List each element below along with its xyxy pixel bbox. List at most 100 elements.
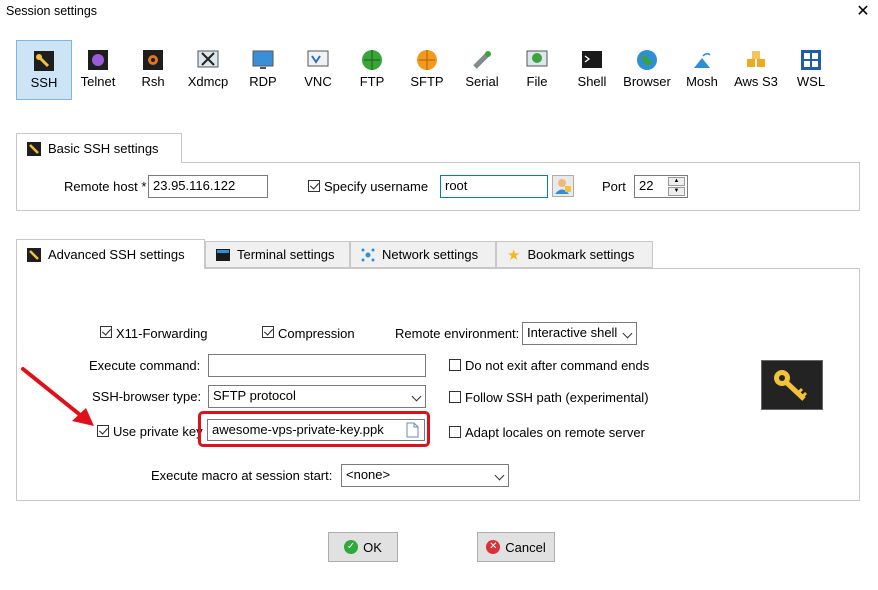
chevron-down-icon	[494, 470, 505, 481]
tab-network-settings[interactable]: Network settings	[350, 241, 496, 268]
username-input[interactable]: root	[440, 175, 548, 198]
tab-basic-ssh-settings[interactable]: Basic SSH settings	[16, 133, 182, 163]
tab-terminal-settings[interactable]: Terminal settings	[205, 241, 350, 268]
do-not-exit-checkbox[interactable]	[449, 359, 461, 371]
protocol-label: RDP	[249, 74, 277, 89]
specify-username-label: Specify username	[324, 179, 429, 194]
file-browse-icon[interactable]	[406, 422, 419, 438]
execute-command-input[interactable]	[208, 354, 426, 377]
protocol-label: Rsh	[141, 74, 165, 89]
network-icon	[361, 248, 375, 261]
ssh-browser-type-label: SSH-browser type:	[92, 389, 202, 404]
protocol-label: Shell	[577, 74, 607, 89]
protocol-rdp-button[interactable]: RDP	[235, 40, 291, 100]
ssh-key-icon	[27, 141, 41, 156]
adapt-locales-label: Adapt locales on remote server	[465, 425, 645, 440]
window-title: Session settings	[6, 4, 98, 18]
execute-macro-label: Execute macro at session start:	[151, 468, 333, 483]
protocol-label: Serial	[465, 74, 499, 89]
tab-label: Terminal settings	[237, 247, 335, 262]
protocol-mosh-button[interactable]: Mosh	[674, 40, 730, 100]
protocol-xdmcp-button[interactable]: Xdmcp	[180, 40, 236, 100]
tab-advanced-ssh-settings[interactable]: Advanced SSH settings	[16, 239, 205, 269]
protocol-ftp-button[interactable]: FTP	[344, 40, 400, 100]
remote-environment-select[interactable]: Interactive shell	[522, 322, 637, 345]
check-icon: ✓	[344, 540, 359, 554]
follow-ssh-path-checkbox[interactable]	[449, 391, 461, 403]
tab-label: Network settings	[382, 247, 479, 262]
follow-ssh-path-label: Follow SSH path (experimental)	[465, 390, 649, 405]
ssh-browser-type-select[interactable]: SFTP protocol	[208, 385, 426, 408]
serial-icon	[473, 51, 491, 69]
protocol-sftp-button[interactable]: SFTP	[399, 40, 455, 100]
tab-label: Advanced SSH settings	[48, 247, 185, 262]
x11-forwarding-checkbox[interactable]	[100, 326, 112, 338]
red-arrow-icon	[21, 367, 94, 426]
ssh-icon	[34, 51, 54, 71]
ftp-icon	[362, 50, 382, 70]
telnet-icon	[88, 50, 108, 70]
mosh-icon	[694, 52, 711, 68]
protocol-shell-button[interactable]: Shell	[564, 40, 620, 100]
spin-up-icon[interactable]: ▲	[668, 177, 685, 186]
rsh-icon	[143, 50, 163, 70]
protocol-wsl-button[interactable]: WSL	[783, 40, 839, 100]
protocol-label: Mosh	[686, 74, 718, 89]
ok-button[interactable]: ✓ OK	[328, 532, 398, 562]
protocol-label: SFTP	[410, 74, 444, 89]
protocol-file-button[interactable]: File	[509, 40, 565, 100]
user-icon	[555, 179, 571, 194]
remote-host-label: Remote host *	[64, 179, 147, 194]
execute-macro-value: <none>	[346, 467, 391, 482]
protocol-label: Xdmcp	[187, 74, 229, 89]
protocol-label: VNC	[304, 74, 332, 89]
ssh-browser-type-value: SFTP protocol	[213, 388, 296, 403]
ok-label: OK	[363, 539, 382, 555]
protocol-aws-s3-button[interactable]: Aws S3	[728, 40, 784, 100]
rdp-icon	[252, 50, 274, 69]
remote-environment-label: Remote environment:	[395, 326, 520, 341]
protocol-vnc-button[interactable]: VNC	[290, 40, 346, 100]
protocol-label: FTP	[359, 74, 385, 89]
port-spinner[interactable]: ▲ ▼	[668, 177, 685, 196]
xdmcp-icon	[197, 50, 219, 68]
protocol-browser-button[interactable]: Browser	[619, 40, 675, 100]
protocol-serial-button[interactable]: Serial	[454, 40, 510, 100]
do-not-exit-label: Do not exit after command ends	[465, 358, 650, 373]
protocol-label: Aws S3	[734, 74, 778, 89]
file-icon	[526, 50, 548, 67]
close-icon[interactable]: ✕	[853, 2, 873, 22]
tab-bookmark-settings[interactable]: ★ Bookmark settings	[496, 241, 653, 268]
cancel-button[interactable]: ✕ Cancel	[477, 532, 555, 562]
remote-host-input[interactable]: 23.95.116.122	[148, 175, 268, 198]
protocol-ssh-button[interactable]: SSH	[16, 40, 72, 100]
chevron-down-icon	[622, 328, 633, 339]
execute-command-label: Execute command:	[89, 358, 201, 373]
private-key-value: awesome-vps-private-key.ppk	[212, 422, 384, 437]
compression-label: Compression	[278, 326, 355, 341]
tab-label: Bookmark settings	[527, 247, 635, 262]
compression-checkbox[interactable]	[262, 326, 274, 338]
x11-forwarding-label: X11-Forwarding	[116, 326, 208, 341]
cancel-label: Cancel	[505, 539, 546, 555]
specify-username-checkbox[interactable]	[308, 180, 320, 192]
protocol-label: WSL	[796, 74, 826, 89]
star-icon: ★	[507, 246, 521, 264]
chevron-down-icon	[411, 391, 422, 402]
terminal-icon	[216, 248, 230, 261]
protocol-rsh-button[interactable]: Rsh	[125, 40, 181, 100]
spin-down-icon[interactable]: ▼	[668, 187, 685, 196]
sftp-icon	[417, 50, 437, 70]
private-key-image	[761, 360, 823, 410]
shell-icon	[582, 51, 602, 68]
user-manager-button[interactable]	[552, 175, 574, 197]
execute-macro-select[interactable]: <none>	[341, 464, 509, 487]
ssh-key-icon	[27, 247, 41, 262]
private-key-input[interactable]: awesome-vps-private-key.ppk	[207, 419, 425, 441]
adapt-locales-checkbox[interactable]	[449, 426, 461, 438]
port-value: 22	[639, 178, 654, 193]
protocol-telnet-button[interactable]: Telnet	[70, 40, 126, 100]
wsl-icon	[801, 50, 821, 70]
remote-environment-value: Interactive shell	[527, 325, 618, 340]
use-private-key-label: Use private key	[113, 424, 203, 439]
